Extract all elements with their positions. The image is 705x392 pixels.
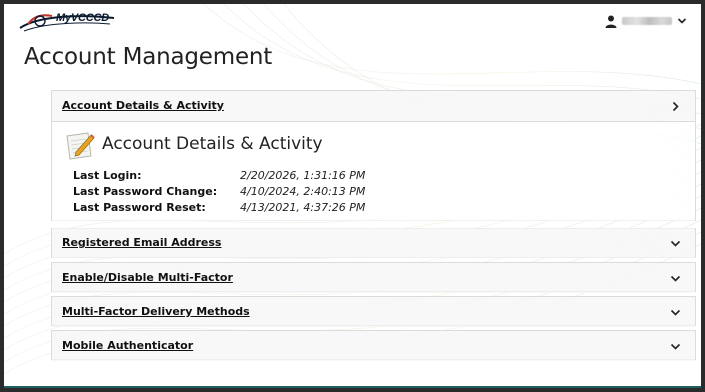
section-mfa-delivery-methods[interactable]: Multi-Factor Delivery Methods xyxy=(51,296,696,327)
chevron-down-icon xyxy=(670,275,681,282)
last-login-value: 2/20/2026, 1:31:16 PM xyxy=(240,169,366,182)
logo-text: MyVCCCD xyxy=(56,12,109,24)
myvcccd-logo[interactable]: MyVCCCD xyxy=(18,8,118,34)
last-password-reset-label: Last Password Reset: xyxy=(73,201,206,214)
chevron-right-icon xyxy=(672,101,679,112)
notepad-pencil-icon xyxy=(66,132,95,160)
chevron-down-icon xyxy=(670,343,681,350)
details-title: Account Details & Activity xyxy=(102,134,323,154)
section-label[interactable]: Account Details & Activity xyxy=(62,99,224,112)
chevron-down-icon xyxy=(670,240,681,247)
chevron-down-icon xyxy=(677,18,687,24)
last-password-change-value: 4/10/2024, 2:40:13 PM xyxy=(240,185,366,198)
user-menu[interactable]: user_name_redacted xyxy=(605,13,687,29)
section-mobile-authenticator[interactable]: Mobile Authenticator xyxy=(51,330,696,361)
section-header-registered-email[interactable]: Registered Email Address xyxy=(52,228,695,258)
user-name-redacted: user_name_redacted xyxy=(622,17,672,25)
last-password-change-label: Last Password Change: xyxy=(73,185,218,198)
app-window: MyVCCCD user_name_redacted Account Manag… xyxy=(4,4,701,388)
chevron-down-icon xyxy=(670,309,681,316)
section-header-enable-disable-mfa[interactable]: Enable/Disable Multi-Factor xyxy=(52,263,695,293)
account-details-panel: Account Details & Activity Last Login: 2… xyxy=(52,121,695,221)
section-header-mfa-delivery-methods[interactable]: Multi-Factor Delivery Methods xyxy=(52,297,695,327)
last-password-reset-value: 4/13/2021, 4:37:26 PM xyxy=(240,201,366,214)
section-label[interactable]: Enable/Disable Multi-Factor xyxy=(62,271,233,284)
user-icon xyxy=(605,15,617,28)
section-registered-email[interactable]: Registered Email Address xyxy=(51,228,696,258)
section-header-account-details[interactable]: Account Details & Activity xyxy=(52,91,695,121)
section-label[interactable]: Mobile Authenticator xyxy=(62,339,193,352)
section-label[interactable]: Multi-Factor Delivery Methods xyxy=(62,305,250,318)
page-title: Account Management xyxy=(24,44,273,70)
section-enable-disable-mfa[interactable]: Enable/Disable Multi-Factor xyxy=(51,262,696,293)
section-account-details: Account Details & Activity Account Detai… xyxy=(51,90,696,221)
section-label[interactable]: Registered Email Address xyxy=(62,236,221,249)
last-login-label: Last Login: xyxy=(73,169,142,182)
top-bar: MyVCCCD user_name_redacted xyxy=(4,4,701,38)
section-header-mobile-authenticator[interactable]: Mobile Authenticator xyxy=(52,331,695,361)
